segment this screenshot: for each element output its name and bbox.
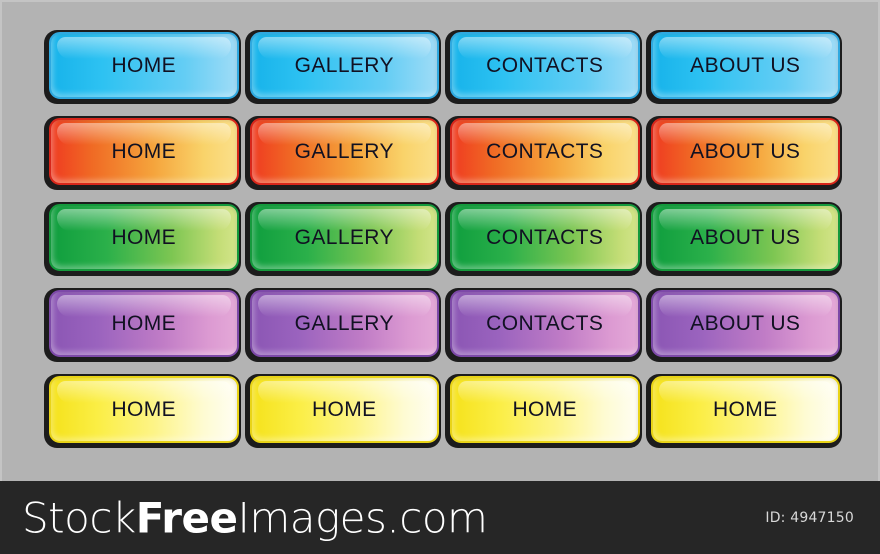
button-label: HOME xyxy=(111,53,177,77)
button-label: HOME xyxy=(111,139,177,163)
wordmark-part-images: Images.com xyxy=(237,493,488,542)
button-face: HOME xyxy=(49,290,239,357)
screenshot-root: HOME GALLERY CONTACTS ABOUT US HOME GALL… xyxy=(0,0,880,554)
button-purple-about-us[interactable]: ABOUT US xyxy=(645,288,842,362)
wordmark-part-free: Free xyxy=(135,493,238,542)
button-label: HOME xyxy=(111,397,177,421)
button-face: GALLERY xyxy=(249,204,439,271)
button-face: HOME xyxy=(49,376,239,443)
button-label: ABOUT US xyxy=(690,53,801,77)
button-blue-contacts[interactable]: CONTACTS xyxy=(445,30,642,104)
button-label: CONTACTS xyxy=(486,53,604,77)
button-yellow-home-2[interactable]: HOME xyxy=(244,374,441,448)
button-face: GALLERY xyxy=(249,290,439,357)
button-face: HOME xyxy=(49,204,239,271)
button-blue-about-us[interactable]: ABOUT US xyxy=(645,30,842,104)
button-green-contacts[interactable]: CONTACTS xyxy=(445,202,642,276)
button-label: ABOUT US xyxy=(690,139,801,163)
button-row-orange: HOME GALLERY CONTACTS ABOUT US xyxy=(44,116,842,190)
button-yellow-home-1[interactable]: HOME xyxy=(44,374,241,448)
button-label: HOME xyxy=(712,397,778,421)
button-label: HOME xyxy=(512,397,578,421)
button-row-green: HOME GALLERY CONTACTS ABOUT US xyxy=(44,202,842,276)
image-id-label: ID: 4947150 xyxy=(765,509,854,526)
button-face: ABOUT US xyxy=(650,32,840,99)
wordmark-part-stock: Stock xyxy=(22,493,136,542)
button-label: CONTACTS xyxy=(486,139,604,163)
button-purple-home[interactable]: HOME xyxy=(44,288,241,362)
button-face: HOME xyxy=(450,376,640,443)
button-face: HOME xyxy=(49,32,239,99)
button-row-purple: HOME GALLERY CONTACTS ABOUT US xyxy=(44,288,842,362)
watermark-footer: StockFreeImages.com ID: 4947150 xyxy=(0,481,880,554)
button-label: GALLERY xyxy=(294,139,394,163)
button-face: CONTACTS xyxy=(450,118,640,185)
button-yellow-home-4[interactable]: HOME xyxy=(645,374,842,448)
button-purple-gallery[interactable]: GALLERY xyxy=(244,288,441,362)
button-grid: HOME GALLERY CONTACTS ABOUT US HOME GALL… xyxy=(44,30,842,448)
button-label: HOME xyxy=(311,397,377,421)
button-blue-home[interactable]: HOME xyxy=(44,30,241,104)
button-face: HOME xyxy=(650,376,840,443)
button-label: GALLERY xyxy=(294,311,394,335)
artwork-canvas: HOME GALLERY CONTACTS ABOUT US HOME GALL… xyxy=(0,0,880,481)
button-face: HOME xyxy=(249,376,439,443)
button-face: GALLERY xyxy=(249,32,439,99)
button-label: CONTACTS xyxy=(486,311,604,335)
button-face: ABOUT US xyxy=(650,204,840,271)
button-label: CONTACTS xyxy=(486,225,604,249)
button-face: CONTACTS xyxy=(450,32,640,99)
button-orange-home[interactable]: HOME xyxy=(44,116,241,190)
button-face: CONTACTS xyxy=(450,204,640,271)
stockfreeimages-wordmark: StockFreeImages.com xyxy=(22,493,488,542)
button-yellow-home-3[interactable]: HOME xyxy=(445,374,642,448)
button-orange-about-us[interactable]: ABOUT US xyxy=(645,116,842,190)
button-green-home[interactable]: HOME xyxy=(44,202,241,276)
button-label: GALLERY xyxy=(294,225,394,249)
button-green-about-us[interactable]: ABOUT US xyxy=(645,202,842,276)
button-face: GALLERY xyxy=(249,118,439,185)
button-label: ABOUT US xyxy=(690,225,801,249)
button-purple-contacts[interactable]: CONTACTS xyxy=(445,288,642,362)
button-face: ABOUT US xyxy=(650,118,840,185)
button-label: GALLERY xyxy=(294,53,394,77)
button-row-yellow: HOME HOME HOME HOME xyxy=(44,374,842,448)
button-label: HOME xyxy=(111,311,177,335)
button-label: ABOUT US xyxy=(690,311,801,335)
button-face: HOME xyxy=(49,118,239,185)
button-face: ABOUT US xyxy=(650,290,840,357)
button-face: CONTACTS xyxy=(450,290,640,357)
button-orange-gallery[interactable]: GALLERY xyxy=(244,116,441,190)
button-blue-gallery[interactable]: GALLERY xyxy=(244,30,441,104)
button-green-gallery[interactable]: GALLERY xyxy=(244,202,441,276)
button-label: HOME xyxy=(111,225,177,249)
button-row-blue: HOME GALLERY CONTACTS ABOUT US xyxy=(44,30,842,104)
button-orange-contacts[interactable]: CONTACTS xyxy=(445,116,642,190)
